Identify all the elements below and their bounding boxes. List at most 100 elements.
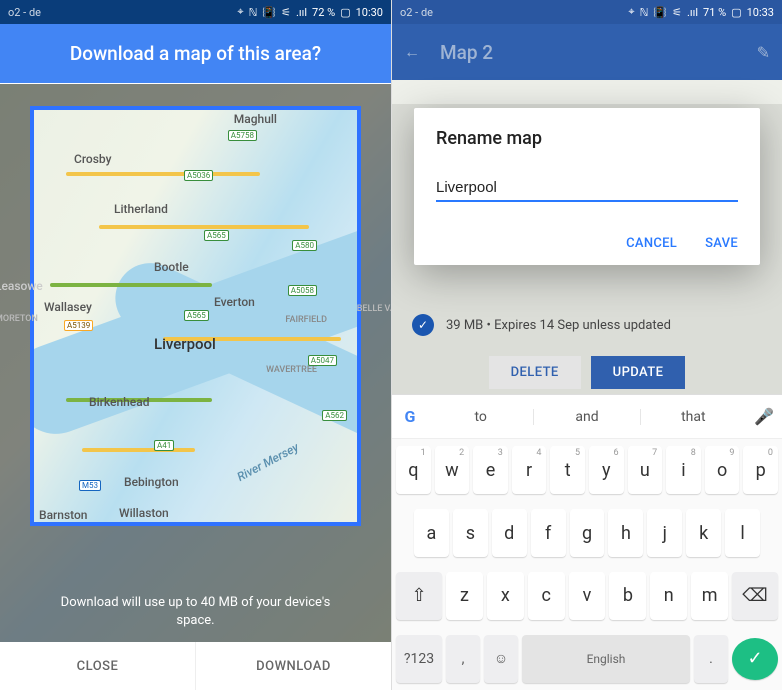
save-button[interactable]: SAVE — [705, 236, 738, 251]
place-willaston: Willaston — [119, 506, 169, 520]
nfc-icon: ℕ — [249, 6, 258, 19]
key-u[interactable]: u7 — [628, 446, 663, 494]
rename-dialog: Rename map CANCEL SAVE — [414, 108, 760, 265]
mic-icon[interactable]: 🎤 — [746, 407, 782, 426]
keyboard: G to and that 🎤 q1w2e3r4t5y6u7i8o9p0 asd… — [392, 394, 782, 690]
wifi-icon: ⚟ — [281, 6, 291, 19]
space-key[interactable]: English — [522, 635, 690, 683]
check-badge-icon: ✓ — [412, 314, 434, 336]
key-g[interactable]: g — [570, 509, 605, 557]
signal-icon: .ııl — [687, 6, 698, 19]
clock: 10:30 — [356, 6, 383, 19]
place-litherland: Litherland — [114, 202, 168, 216]
period-key[interactable]: . — [694, 635, 728, 683]
key-z[interactable]: z — [446, 572, 483, 620]
battery-pct: 72 % — [312, 6, 335, 19]
key-p[interactable]: p0 — [743, 446, 778, 494]
rename-input[interactable] — [436, 175, 738, 202]
key-c[interactable]: c — [528, 572, 565, 620]
place-moreton: MORETON — [0, 314, 38, 324]
shield-a580: A580 — [292, 240, 317, 251]
location-icon: ⌖ — [237, 5, 243, 19]
map-selection-frame[interactable]: Maghull Crosby Litherland Bootle Wallase… — [30, 106, 361, 526]
key-w[interactable]: w2 — [435, 446, 470, 494]
screen-download-map: o2 - de ⌖ ℕ 📳 ⚟ .ııl 72 % ▢ 10:30 Downlo… — [0, 0, 391, 690]
map-info-text: 39 MB • Expires 14 Sep unless updated — [446, 318, 671, 333]
key-h[interactable]: h — [608, 509, 643, 557]
shield-a41: A41 — [154, 440, 174, 451]
shield-a5758: A5758 — [228, 130, 257, 141]
suggestion-3[interactable]: that — [640, 409, 746, 425]
app-bar: ← Map 2 ✎ — [392, 24, 782, 80]
delete-button[interactable]: DELETE — [489, 356, 581, 389]
update-button[interactable]: UPDATE — [591, 356, 686, 389]
close-button[interactable]: CLOSE — [0, 642, 195, 690]
key-x[interactable]: x — [487, 572, 524, 620]
key-d[interactable]: d — [492, 509, 527, 557]
key-i[interactable]: i8 — [666, 446, 701, 494]
shield-a565b: A565 — [184, 310, 209, 321]
key-row-3: ⇧ zxcvbnm ⌫ — [392, 565, 782, 628]
key-r[interactable]: r4 — [512, 446, 547, 494]
key-m[interactable]: m — [691, 572, 728, 620]
place-maghull: Maghull — [234, 112, 277, 126]
shield-a5036: A5036 — [184, 170, 213, 181]
key-v[interactable]: v — [569, 572, 606, 620]
download-button[interactable]: DOWNLOAD — [195, 642, 391, 690]
suggestion-1[interactable]: to — [428, 409, 533, 425]
back-icon[interactable]: ← — [404, 42, 420, 62]
map-info-row: ✓ 39 MB • Expires 14 Sep unless updated — [392, 314, 782, 336]
shift-key[interactable]: ⇧ — [396, 572, 442, 620]
carrier-label: o2 - de — [400, 6, 433, 19]
shield-a565: A565 — [204, 230, 229, 241]
vibrate-icon: 📳 — [262, 6, 276, 19]
place-leasowe: Leasowe — [0, 279, 43, 293]
key-y[interactable]: y6 — [589, 446, 624, 494]
place-barnston: Barnston — [39, 508, 88, 522]
key-row-2: asdfghjkl — [392, 502, 782, 565]
key-o[interactable]: o9 — [705, 446, 740, 494]
dialog-title: Rename map — [436, 128, 738, 149]
location-icon: ⌖ — [628, 5, 634, 19]
key-e[interactable]: e3 — [473, 446, 508, 494]
screen-rename-map: o2 - de ⌖ ℕ 📳 ⚟ .ııl 71 % ▢ 10:33 ← Map … — [391, 0, 782, 690]
shield-a5139: A5139 — [64, 320, 93, 331]
shield-m53: M53 — [79, 480, 101, 491]
shield-a5047: A5047 — [308, 355, 337, 366]
nfc-icon: ℕ — [640, 6, 649, 19]
key-n[interactable]: n — [650, 572, 687, 620]
key-t[interactable]: t5 — [550, 446, 585, 494]
enter-key[interactable]: ✓ — [732, 638, 778, 680]
place-birkenhead: Birkenhead — [89, 395, 149, 409]
cancel-button[interactable]: CANCEL — [626, 236, 677, 251]
key-row-1: q1w2e3r4t5y6u7i8o9p0 — [392, 439, 782, 502]
key-k[interactable]: k — [686, 509, 721, 557]
google-icon[interactable]: G — [392, 407, 428, 426]
app-bar-title: Map 2 — [440, 41, 737, 64]
key-s[interactable]: s — [453, 509, 488, 557]
storage-message: Download will use up to 40 MB of your de… — [0, 594, 391, 630]
comma-key[interactable]: , — [446, 635, 480, 683]
suggestion-2[interactable]: and — [533, 409, 639, 425]
place-bebington: Bebington — [124, 475, 179, 489]
battery-icon: ▢ — [340, 6, 350, 19]
place-fairfield: FAIRFIELD — [285, 315, 327, 325]
symbols-key[interactable]: ?123 — [396, 635, 442, 683]
place-crosby: Crosby — [74, 152, 111, 166]
clock: 10:33 — [747, 6, 774, 19]
emoji-key[interactable]: ☺ — [484, 635, 518, 683]
key-row-4: ?123 , ☺ English . ✓ — [392, 627, 782, 690]
backspace-key[interactable]: ⌫ — [732, 572, 778, 620]
status-icons: ⌖ ℕ 📳 ⚟ .ııl 71 % ▢ 10:33 — [628, 5, 774, 19]
place-wallasey: Wallasey — [44, 300, 92, 314]
key-l[interactable]: l — [725, 509, 760, 557]
edit-icon[interactable]: ✎ — [757, 43, 770, 62]
shield-a5058: A5058 — [288, 285, 317, 296]
signal-icon: .ııl — [296, 6, 307, 19]
place-wavertree: WAVERTREE — [266, 365, 317, 375]
key-b[interactable]: b — [609, 572, 646, 620]
key-q[interactable]: q1 — [396, 446, 431, 494]
key-j[interactable]: j — [647, 509, 682, 557]
key-a[interactable]: a — [414, 509, 449, 557]
key-f[interactable]: f — [531, 509, 566, 557]
